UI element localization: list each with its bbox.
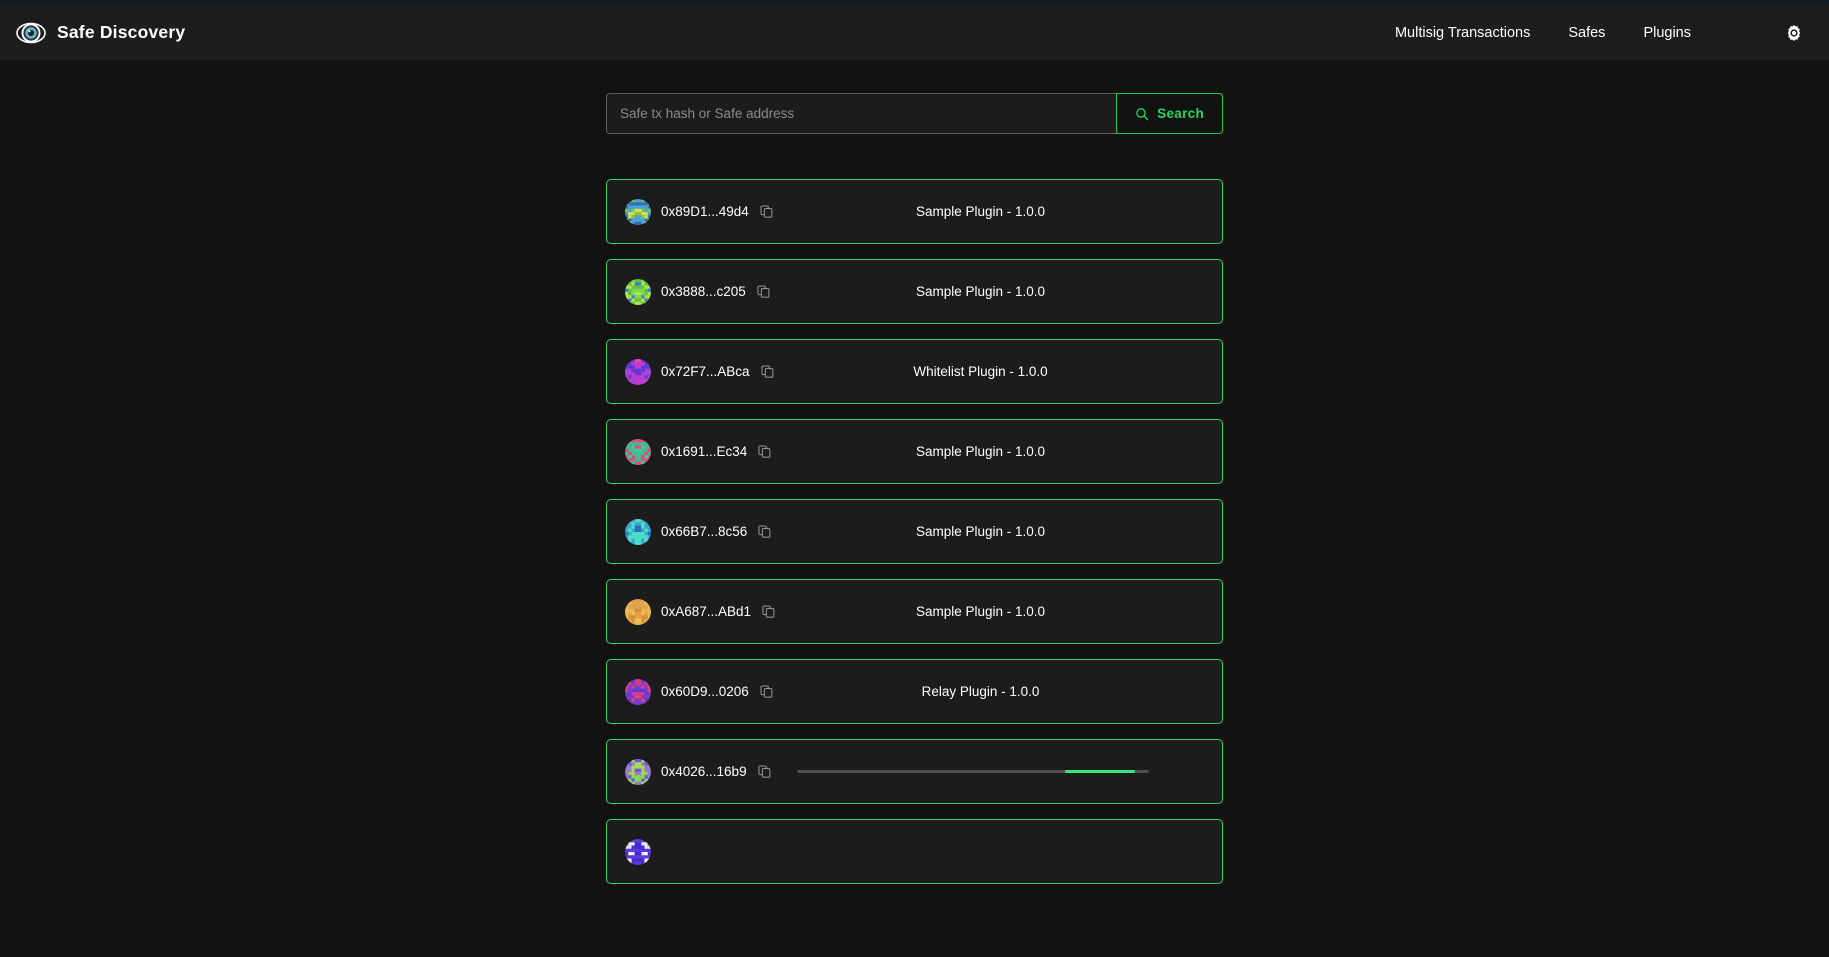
nav-link-multisig-transactions[interactable]: Multisig Transactions [1395, 25, 1530, 41]
safe-avatar [625, 198, 651, 225]
copy-icon [757, 285, 770, 298]
nav-link-plugins[interactable]: Plugins [1643, 25, 1691, 41]
safe-identity: 0x89D1...49d4 [625, 198, 785, 225]
safe-result-card[interactable]: 0x60D9...0206 Relay Plugin - 1.0.0 [606, 659, 1223, 724]
content-column: Search 0x89D1...49d4 Sample Plugin - 1.0.… [606, 60, 1223, 884]
copy-icon [762, 605, 775, 618]
safe-identity [625, 838, 785, 865]
card-content: Sample Plugin - 1.0.0 [785, 604, 1204, 619]
plugin-label: Sample Plugin - 1.0.0 [915, 524, 1046, 539]
safe-address: 0x89D1...49d4 [661, 204, 749, 219]
plugin-label: Sample Plugin - 1.0.0 [915, 604, 1046, 619]
copy-icon [758, 525, 771, 538]
safe-address: 0x72F7...ABca [661, 364, 750, 379]
loading-progress-bar [797, 770, 1149, 773]
safe-identity: 0x3888...c205 [625, 278, 785, 305]
copy-address-button[interactable] [759, 684, 774, 699]
safe-identity: 0xA687...ABd1 [625, 598, 785, 625]
copy-address-button[interactable] [757, 444, 772, 459]
copy-icon [758, 765, 770, 778]
copy-address-button[interactable] [757, 524, 772, 539]
safe-avatar [625, 518, 651, 545]
plugin-label: Sample Plugin - 1.0.0 [915, 284, 1046, 299]
search-button[interactable]: Search [1116, 93, 1223, 134]
copy-address-button[interactable] [756, 284, 771, 299]
safe-result-card[interactable]: 0x3888...c205 Sample Plugin - 1.0.0 [606, 259, 1223, 324]
safe-address: 0xA687...ABd1 [661, 604, 752, 619]
safe-avatar [625, 838, 651, 865]
page-body: Search 0x89D1...49d4 Sample Plugin - 1.0.… [0, 60, 1829, 957]
safe-address: 0x3888...c205 [661, 284, 746, 299]
search-icon [1136, 107, 1149, 120]
search-bar: Search [606, 93, 1223, 134]
copy-icon [758, 445, 771, 458]
card-content: Sample Plugin - 1.0.0 [785, 204, 1204, 219]
app-header: Safe Discovery Multisig Transactions Saf… [0, 5, 1829, 60]
safe-avatar [625, 278, 651, 305]
safe-result-card[interactable]: 0xA687...ABd1 Sample Plugin - 1.0.0 [606, 579, 1223, 644]
safe-identity: 0x72F7...ABca [625, 358, 785, 385]
safe-result-card[interactable]: 0x89D1...49d4 Sample Plugin - 1.0.0 [606, 179, 1223, 244]
card-content: Sample Plugin - 1.0.0 [785, 524, 1204, 539]
safe-avatar [625, 358, 651, 385]
results-list: 0x89D1...49d4 Sample Plugin - 1.0.0 0x3888… [606, 179, 1223, 884]
safe-address: 0x4026...16b9 [661, 764, 747, 779]
main-nav: Multisig Transactions Safes Plugins [1395, 20, 1807, 46]
safe-avatar [625, 598, 651, 625]
safe-address: 0x60D9...0206 [661, 684, 749, 699]
copy-address-button[interactable] [759, 204, 774, 219]
brand: Safe Discovery [16, 18, 185, 48]
safe-identity: 0x4026...16b9 [625, 758, 785, 785]
card-content: Sample Plugin - 1.0.0 [785, 284, 1204, 299]
app-title: Safe Discovery [57, 22, 186, 42]
settings-button[interactable] [1781, 20, 1807, 46]
copy-icon [760, 205, 773, 218]
safe-avatar [625, 678, 651, 705]
search-button-label: Search [1157, 106, 1204, 121]
card-content: Sample Plugin - 1.0.0 [785, 444, 1204, 459]
safe-result-card[interactable]: 0x72F7...ABca Whitelist Plugin - 1.0.0 [606, 339, 1223, 404]
copy-icon [760, 685, 773, 698]
safe-identity: 0x60D9...0206 [625, 678, 785, 705]
card-content: Relay Plugin - 1.0.0 [785, 684, 1204, 699]
safe-identity: 0x1691...Ec34 [625, 438, 785, 465]
safe-address: 0x66B7...8c56 [661, 524, 748, 539]
plugin-label: Relay Plugin - 1.0.0 [921, 684, 1040, 699]
loading-progress-fill [1064, 770, 1135, 773]
copy-address-button[interactable] [760, 364, 775, 379]
plugin-label: Whitelist Plugin - 1.0.0 [913, 364, 1048, 379]
safe-identity: 0x66B7...8c56 [625, 518, 785, 545]
plugin-label: Sample Plugin - 1.0.0 [915, 204, 1046, 219]
gear-icon [1787, 24, 1801, 41]
safe-avatar [625, 758, 651, 785]
safe-result-card[interactable]: 0x66B7...8c56 Sample Plugin - 1.0.0 [606, 499, 1223, 564]
copy-icon [761, 365, 773, 378]
card-content: Whitelist Plugin - 1.0.0 [785, 364, 1204, 379]
copy-address-button[interactable] [757, 764, 772, 779]
safe-result-card[interactable] [606, 819, 1223, 884]
copy-address-button[interactable] [761, 604, 776, 619]
safe-result-card[interactable]: 0x1691...Ec34 Sample Plugin - 1.0.0 [606, 419, 1223, 484]
plugin-label: Sample Plugin - 1.0.0 [915, 444, 1046, 459]
search-input[interactable] [606, 93, 1117, 134]
safe-address: 0x1691...Ec34 [661, 444, 748, 459]
nav-link-safes[interactable]: Safes [1568, 25, 1605, 41]
eye-icon [16, 22, 46, 43]
safe-result-card[interactable]: 0x4026...16b9 [606, 739, 1223, 804]
safe-avatar [625, 438, 651, 465]
card-content [785, 770, 1204, 773]
